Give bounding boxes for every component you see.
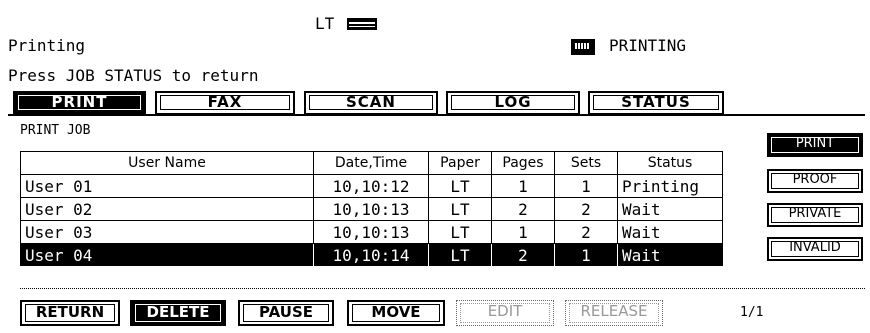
cell-datetime: 10,10:14 (313, 243, 429, 267)
return-hint-text: Press JOB STATUS to return (8, 66, 259, 85)
return-label: RETURN (35, 303, 105, 321)
column-header: Sets (554, 151, 618, 175)
table-row[interactable]: User 01 10,10:12 LT 1 1 Printing (20, 174, 723, 198)
cell-user: User 03 (20, 220, 314, 244)
table-row-selected[interactable]: User 04 10,10:14 LT 2 1 Wait (20, 243, 723, 267)
filter-invalid-label: INVALID (789, 240, 841, 255)
release-button[interactable]: RELEASE (565, 300, 663, 326)
cell-paper: LT (428, 243, 492, 267)
pause-label: PAUSE (259, 303, 313, 321)
release-label: RELEASE (580, 302, 648, 320)
tab-log-label: LOG (494, 93, 532, 111)
filter-print-label: PRINT (795, 136, 835, 151)
tab-status[interactable]: STATUS (588, 91, 724, 115)
cell-status: Wait (617, 220, 723, 244)
column-header: Status (617, 151, 723, 175)
cell-datetime: 10,10:13 (313, 197, 429, 221)
column-header: Pages (491, 151, 555, 175)
delete-label: DELETE (146, 303, 210, 321)
print-status-text: Printing (8, 36, 86, 55)
tab-print-label: PRINT (51, 93, 108, 111)
column-header: User Name (20, 151, 314, 175)
tab-print[interactable]: PRINT (13, 91, 146, 115)
cell-paper: LT (428, 197, 492, 221)
table-row[interactable]: User 03 10,10:13 LT 1 2 Wait (20, 220, 723, 244)
filter-private-label: PRIVATE (788, 206, 842, 221)
tab-fax-label: FAX (207, 93, 243, 111)
return-button[interactable]: RETURN (20, 300, 120, 326)
delete-button[interactable]: DELETE (130, 300, 226, 326)
cell-user: User 04 (20, 243, 314, 267)
filter-print-button[interactable]: PRINT (767, 133, 863, 157)
tab-scan[interactable]: SCAN (304, 91, 438, 115)
cell-user: User 01 (20, 174, 314, 198)
filter-invalid-button[interactable]: INVALID (767, 237, 863, 261)
filter-private-button[interactable]: PRIVATE (767, 203, 863, 227)
cell-pages: 1 (491, 174, 555, 198)
cell-pages: 2 (491, 197, 555, 221)
column-header: Date,Time (313, 151, 429, 175)
paper-size-label: LT (315, 14, 335, 33)
edit-button[interactable]: EDIT (456, 300, 554, 326)
tab-log[interactable]: LOG (446, 91, 580, 115)
cell-paper: LT (428, 174, 492, 198)
job-table: User Name Date,Time Paper Pages Sets Sta… (20, 151, 723, 267)
table-row[interactable]: User 02 10,10:13 LT 2 2 Wait (20, 197, 723, 221)
cell-sets: 2 (554, 197, 618, 221)
page-indicator: 1/1 (740, 305, 764, 320)
pause-button[interactable]: PAUSE (238, 300, 334, 326)
cell-status: Wait (617, 243, 723, 267)
cell-sets: 1 (554, 174, 618, 198)
move-label: MOVE (371, 303, 421, 321)
panel-title: PRINT JOB (20, 123, 91, 138)
filter-proof-label: PROOF (792, 172, 838, 187)
cell-pages: 1 (491, 220, 555, 244)
column-header: Paper (428, 151, 492, 175)
move-button[interactable]: MOVE (347, 300, 445, 326)
cell-user: User 02 (20, 197, 314, 221)
tab-status-label: STATUS (621, 93, 691, 111)
cell-sets: 1 (554, 243, 618, 267)
panel-divider (20, 288, 865, 289)
cell-status: Wait (617, 197, 723, 221)
cell-paper: LT (428, 220, 492, 244)
tab-fax[interactable]: FAX (155, 91, 295, 115)
tab-scan-label: SCAN (346, 93, 396, 111)
cell-pages: 2 (491, 243, 555, 267)
cell-datetime: 10,10:12 (313, 174, 429, 198)
printer-state-text: PRINTING (609, 36, 687, 55)
cell-datetime: 10,10:13 (313, 220, 429, 244)
paper-tray-icon (347, 18, 377, 30)
edit-label: EDIT (487, 302, 523, 320)
cell-sets: 2 (554, 220, 618, 244)
table-header-row: User Name Date,Time Paper Pages Sets Sta… (20, 151, 723, 175)
cell-status: Printing (617, 174, 723, 198)
printer-icon (571, 39, 595, 55)
tab-divider (8, 114, 865, 116)
filter-proof-button[interactable]: PROOF (767, 169, 863, 193)
